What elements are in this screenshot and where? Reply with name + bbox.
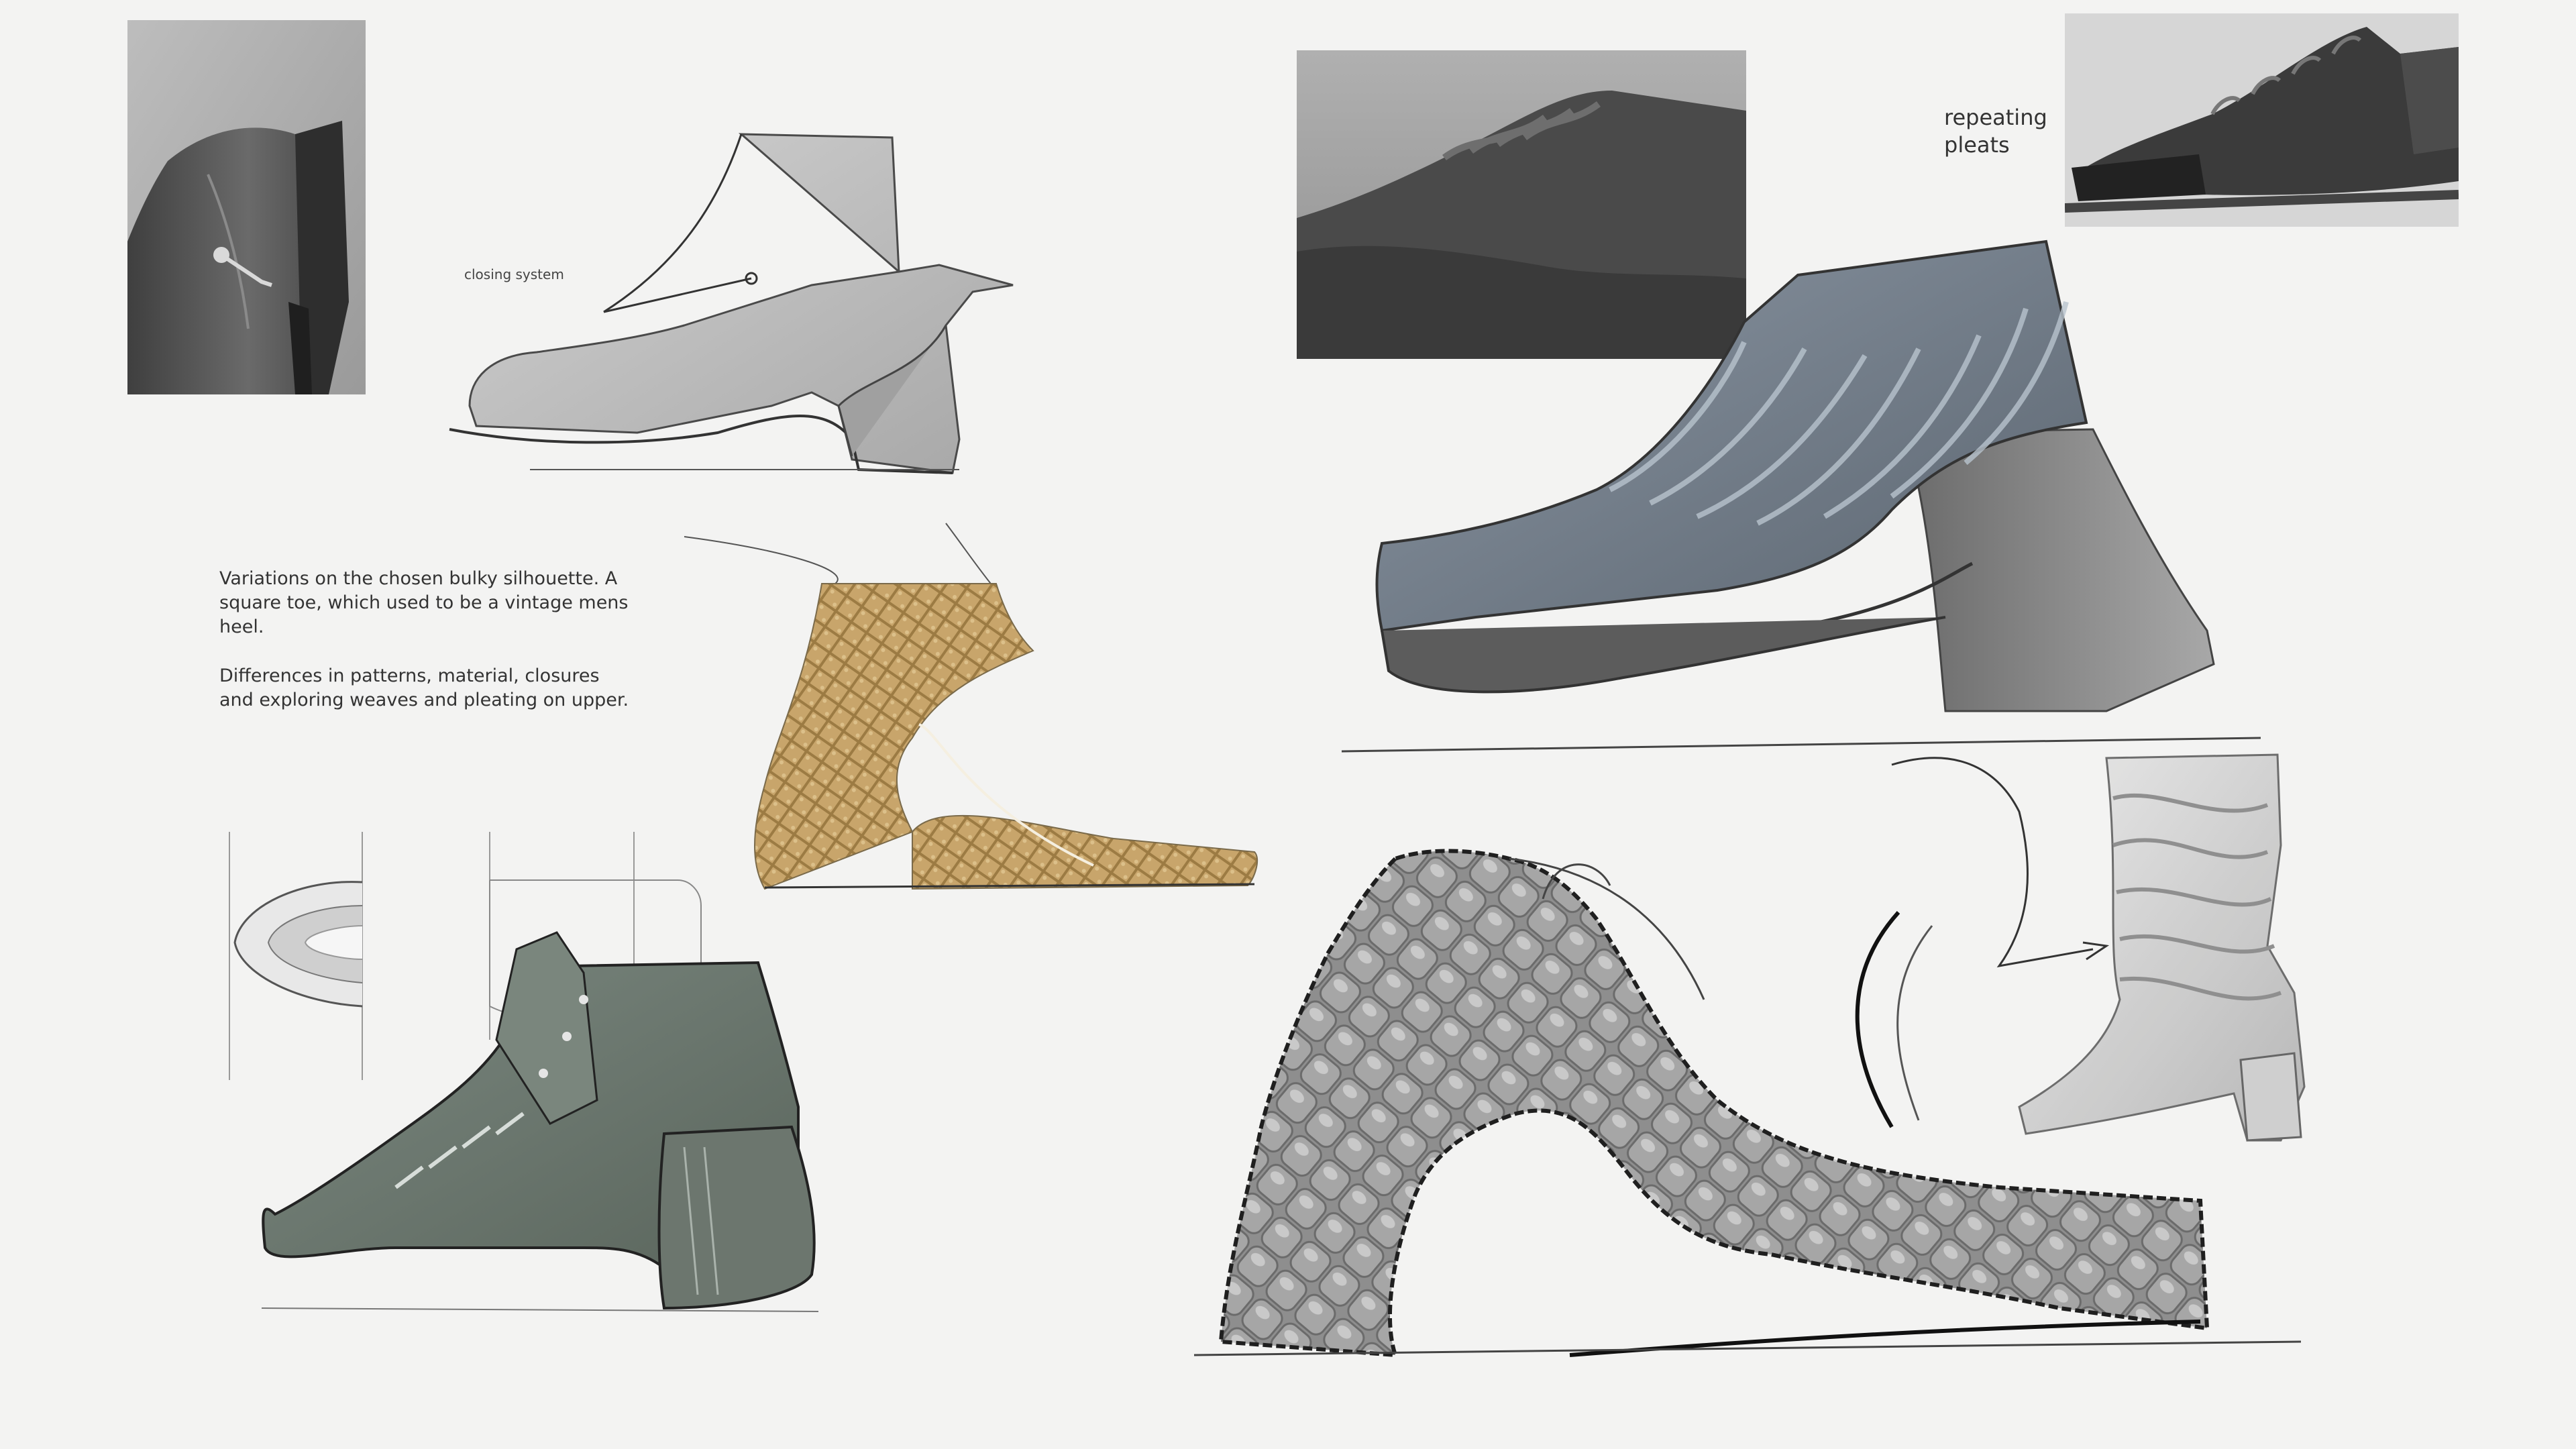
reference-photo-pleated-shoe — [2065, 13, 2459, 227]
repeating-pleats-label: repeating pleats — [1944, 105, 2047, 158]
note-paragraph-2: Differences in patterns, material, closu… — [219, 665, 629, 710]
sketch-quilted-grey-platform — [1193, 845, 2302, 1375]
reference-photo-closure — [127, 20, 366, 394]
sketch-grey-ankle-boot — [436, 124, 1020, 486]
note-paragraph-1: Variations on the chosen bulky silhouett… — [219, 568, 629, 637]
sketch-slate-pleated-platform — [1341, 239, 2281, 753]
closing-system-label: closing system — [464, 266, 564, 282]
sketch-green-leather-bootie — [261, 931, 852, 1322]
